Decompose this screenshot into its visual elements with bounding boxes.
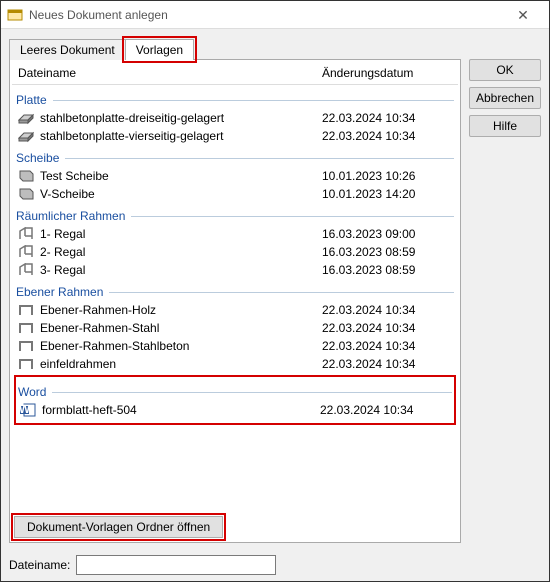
group-header[interactable]: Scheibe — [16, 151, 454, 165]
item-date: 22.03.2024 10:34 — [322, 303, 452, 317]
group-label: Word — [18, 385, 46, 399]
tab-templates[interactable]: Vorlagen — [125, 39, 194, 60]
group-divider — [131, 216, 454, 217]
item-name: stahlbetonplatte-vierseitig-gelagert — [40, 129, 322, 143]
slab-icon — [18, 111, 34, 125]
item-date: 16.03.2023 09:00 — [322, 227, 452, 241]
frame3d-icon — [18, 245, 34, 259]
item-date: 22.03.2024 10:34 — [322, 357, 452, 371]
item-date: 16.03.2023 08:59 — [322, 245, 452, 259]
item-date: 22.03.2024 10:34 — [322, 339, 452, 353]
pane-icon — [18, 169, 34, 183]
help-button[interactable]: Hilfe — [469, 115, 541, 137]
filename-row: Dateiname: — [1, 551, 549, 581]
filename-input[interactable] — [76, 555, 276, 575]
group-divider — [109, 292, 454, 293]
item-date: 10.01.2023 10:26 — [322, 169, 452, 183]
item-name: Test Scheibe — [40, 169, 322, 183]
group-header[interactable]: Räumlicher Rahmen — [16, 209, 454, 223]
group-label: Scheibe — [16, 151, 59, 165]
item-name: 3- Regal — [40, 263, 322, 277]
list-item[interactable]: Ebener-Rahmen-Holz22.03.2024 10:34 — [16, 301, 454, 319]
group-label: Platte — [16, 93, 47, 107]
frame2d-icon — [18, 303, 34, 317]
column-header-name[interactable]: Dateiname — [18, 66, 322, 80]
pane-icon — [18, 187, 34, 201]
list-body[interactable]: Platte stahlbetonplatte-dreiseitig-gelage… — [12, 85, 458, 510]
item-name: formblatt-heft-504 — [42, 403, 320, 417]
group-divider — [52, 392, 452, 393]
item-name: Ebener-Rahmen-Holz — [40, 303, 322, 317]
tab-strip: Leeres Dokument Vorlagen — [9, 37, 461, 59]
item-name: 1- Regal — [40, 227, 322, 241]
slab-icon — [18, 129, 34, 143]
frame2d-icon — [18, 339, 34, 353]
item-name: Ebener-Rahmen-Stahl — [40, 321, 322, 335]
word-icon: W — [20, 403, 36, 417]
tab-empty-document[interactable]: Leeres Dokument — [9, 39, 126, 60]
svg-text:W: W — [20, 403, 31, 416]
frame2d-icon — [18, 357, 34, 371]
item-name: stahlbetonplatte-dreiseitig-gelagert — [40, 111, 322, 125]
titlebar: Neues Dokument anlegen ✕ — [1, 1, 549, 29]
item-date: 16.03.2023 08:59 — [322, 263, 452, 277]
item-date: 22.03.2024 10:34 — [322, 129, 452, 143]
list-item[interactable]: stahlbetonplatte-vierseitig-gelagert22.0… — [16, 127, 454, 145]
group-divider — [65, 158, 454, 159]
item-name: Ebener-Rahmen-Stahlbeton — [40, 339, 322, 353]
group-header[interactable]: Platte — [16, 93, 454, 107]
list-item[interactable]: Test Scheibe10.01.2023 10:26 — [16, 167, 454, 185]
item-name: 2- Regal — [40, 245, 322, 259]
filename-label: Dateiname: — [9, 558, 70, 572]
list-item[interactable]: 2- Regal16.03.2023 08:59 — [16, 243, 454, 261]
list-item[interactable]: 1- Regal16.03.2023 09:00 — [16, 225, 454, 243]
frame2d-icon — [18, 321, 34, 335]
frame3d-icon — [18, 227, 34, 241]
list-footer: Dokument-Vorlagen Ordner öffnen — [12, 510, 458, 540]
template-list: Dateiname Änderungsdatum Platte stahlbeto… — [9, 59, 461, 543]
item-date: 22.03.2024 10:34 — [320, 403, 450, 417]
group-label: Ebener Rahmen — [16, 285, 103, 299]
item-name: V-Scheibe — [40, 187, 322, 201]
item-date: 22.03.2024 10:34 — [322, 111, 452, 125]
group-label: Räumlicher Rahmen — [16, 209, 125, 223]
list-item[interactable]: stahlbetonplatte-dreiseitig-gelagert22.0… — [16, 109, 454, 127]
group-header[interactable]: Ebener Rahmen — [16, 285, 454, 299]
cancel-button[interactable]: Abbrechen — [469, 87, 541, 109]
ok-button[interactable]: OK — [469, 59, 541, 81]
left-pane: Leeres Dokument Vorlagen Dateiname Änder… — [9, 37, 461, 543]
list-item[interactable]: 3- Regal16.03.2023 08:59 — [16, 261, 454, 279]
open-templates-folder-button[interactable]: Dokument-Vorlagen Ordner öffnen — [14, 516, 223, 538]
list-item[interactable]: V-Scheibe10.01.2023 14:20 — [16, 185, 454, 203]
item-name: einfeldrahmen — [40, 357, 322, 371]
item-date: 22.03.2024 10:34 — [322, 321, 452, 335]
group-header[interactable]: Word — [18, 385, 452, 399]
list-item[interactable]: Ebener-Rahmen-Stahlbeton22.03.2024 10:34 — [16, 337, 454, 355]
frame3d-icon — [18, 263, 34, 277]
dialog-body: Leeres Dokument Vorlagen Dateiname Änder… — [1, 29, 549, 551]
list-item[interactable]: Wformblatt-heft-50422.03.2024 10:34 — [18, 401, 452, 419]
list-header: Dateiname Änderungsdatum — [12, 62, 458, 85]
app-icon — [7, 7, 23, 23]
group-divider — [53, 100, 454, 101]
item-date: 10.01.2023 14:20 — [322, 187, 452, 201]
dialog-window: Neues Dokument anlegen ✕ Leeres Dokument… — [0, 0, 550, 582]
dialog-title: Neues Dokument anlegen — [29, 8, 503, 22]
close-button[interactable]: ✕ — [503, 2, 543, 28]
list-item[interactable]: Ebener-Rahmen-Stahl22.03.2024 10:34 — [16, 319, 454, 337]
list-item[interactable]: einfeldrahmen22.03.2024 10:34 — [16, 355, 454, 373]
right-button-column: OK Abbrechen Hilfe — [469, 37, 541, 543]
column-header-date[interactable]: Änderungsdatum — [322, 66, 452, 80]
